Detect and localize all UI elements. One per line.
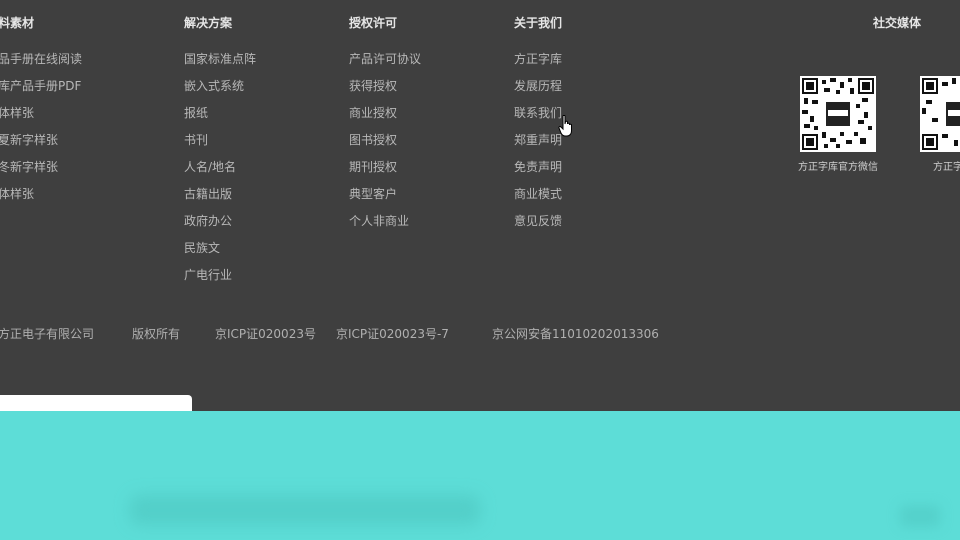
footer-link[interactable]: 字体样张 [0, 104, 82, 131]
footer-link[interactable]: 获得授权 [349, 77, 421, 104]
qr-label: 方正字库官方微信 [798, 162, 878, 173]
footer-link[interactable]: 发展历程 [514, 77, 562, 104]
footer-link[interactable]: 古籍出版 [184, 185, 256, 212]
blurred-content [130, 495, 480, 525]
company-name: 方正电子有限公司 [0, 327, 95, 341]
footer-link[interactable]: 人名/地名 [184, 158, 256, 185]
footer-link[interactable]: 民族文 [184, 239, 256, 266]
footer-link[interactable]: 广电行业 [184, 266, 256, 293]
footer-link[interactable]: 商业授权 [349, 104, 421, 131]
footer-link[interactable]: 国家标准点阵 [184, 50, 256, 77]
footer-link[interactable]: 个人非商业 [349, 212, 421, 239]
footer-link[interactable]: 秋冬新字样张 [0, 158, 82, 185]
qr-label: 方正字库官 [933, 162, 960, 173]
footer-link[interactable]: 郑重声明 [514, 131, 562, 158]
footer-link[interactable]: 典型客户 [349, 185, 421, 212]
footer-link[interactable]: 产品许可协议 [349, 50, 421, 77]
footer-link[interactable]: 书刊 [184, 131, 256, 158]
footer-link[interactable]: 字体样张 [0, 185, 82, 212]
column-title: 社交媒体 [873, 16, 922, 30]
footer-link[interactable]: 方正字库 [514, 50, 562, 77]
column-title: 解决方案 [184, 16, 233, 30]
icp-link-2[interactable]: 京ICP证020023号-7 [336, 326, 449, 342]
rights-text: 版权所有 [132, 327, 181, 341]
footer-link[interactable]: 春夏新字样张 [0, 131, 82, 158]
footer-link-contact[interactable]: 联系我们 [514, 104, 562, 131]
footer-link[interactable]: 免责声明 [514, 158, 562, 185]
icp-link[interactable]: 京ICP证020023号 [215, 326, 316, 342]
column-title: 授权许可 [349, 16, 398, 30]
footer-link[interactable]: 意见反馈 [514, 212, 562, 239]
police-record-link[interactable]: 京公网安备11010202013306 [492, 326, 659, 342]
footer-column-license: 授权许可 产品许可协议 获得授权 商业授权 图书授权 期刊授权 典型客户 个人非… [349, 14, 421, 239]
blurred-content [900, 505, 940, 527]
footer-link[interactable]: 报纸 [184, 104, 256, 131]
footer-column-solutions: 解决方案 国家标准点阵 嵌入式系统 报纸 书刊 人名/地名 古籍出版 政府办公 … [184, 14, 256, 293]
footer-link[interactable]: 字库产品手册PDF [0, 77, 82, 104]
footer-link[interactable]: 产品手册在线阅读 [0, 50, 82, 77]
qr-wechat: 方正字库官方微信 [788, 76, 888, 173]
footer-link[interactable]: 图书授权 [349, 131, 421, 158]
footer-column-about: 关于我们 方正字库 发展历程 联系我们 郑重声明 免责声明 商业模式 意见反馈 [514, 14, 562, 239]
site-footer: 资料素材 产品手册在线阅读 字库产品手册PDF 字体样张 春夏新字样张 秋冬新字… [0, 0, 960, 415]
hand-cursor-icon [558, 115, 572, 137]
footer-link[interactable]: 期刊授权 [349, 158, 421, 185]
wechat-qr-icon [800, 76, 876, 152]
footer-link[interactable]: 嵌入式系统 [184, 77, 256, 104]
copyright-bar: 方正电子有限公司 版权所有 京ICP证020023号 京ICP证020023号-… [0, 326, 960, 344]
footer-link[interactable]: 商业模式 [514, 185, 562, 212]
footer-column-materials: 资料素材 产品手册在线阅读 字库产品手册PDF 字体样张 春夏新字样张 秋冬新字… [0, 14, 82, 212]
column-title: 资料素材 [0, 16, 35, 30]
footer-link[interactable]: 政府办公 [184, 212, 256, 239]
footer-column-social: 社交媒体 [873, 14, 921, 32]
column-title: 关于我们 [514, 16, 563, 30]
qr-weibo: 方正字库官 [908, 76, 960, 173]
weibo-qr-icon [920, 76, 960, 152]
